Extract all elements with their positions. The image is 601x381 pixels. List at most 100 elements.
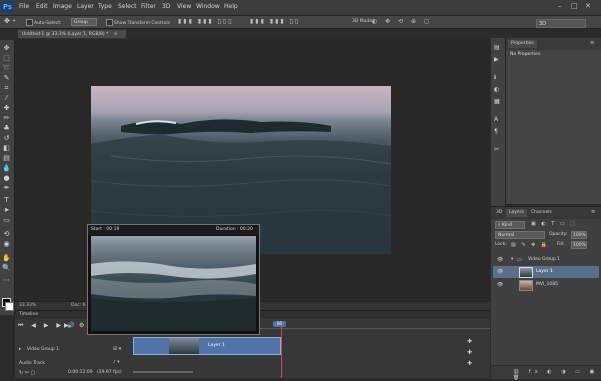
show-transform-option[interactable]: Show Transform Controls [106,19,170,26]
layers-menu-icon[interactable]: ≡ [591,209,595,215]
options-bar: ✥ ▾ Auto-Select: Group Show Transform Co… [0,16,601,29]
visibility-eye-icon[interactable]: 👁 [497,279,503,291]
menu-edit[interactable]: Edit [36,3,48,10]
eraser-tool-icon[interactable]: ◧ [2,144,11,152]
type-tool-icon[interactable]: T [2,196,11,204]
tab-layers[interactable]: Layers [506,209,527,217]
add-audio-icon[interactable]: ✚ [467,360,472,367]
zoom-slider[interactable] [133,371,193,373]
marquee-tool-icon[interactable]: ⬚ [2,54,11,62]
info-panel-icon[interactable]: ℹ [494,74,496,81]
add-media-icon[interactable]: ✚ [467,338,472,345]
zoom-level[interactable]: 33.33% [19,303,36,308]
menu-help[interactable]: Help [224,3,238,10]
layer-action-icons[interactable]: ⛓ fx ◐ ◑ ▭ ▣ 🗑 [513,369,601,381]
healing-brush-tool-icon[interactable]: ✚ [2,104,11,112]
menu-window[interactable]: Window [196,3,220,10]
3d-camera-tool-icon[interactable]: ◉ [2,240,11,248]
pen-tool-icon[interactable]: ✒ [2,184,11,192]
lasso-tool-icon[interactable]: ➰ [2,64,11,72]
show-transform-checkbox[interactable] [106,19,113,26]
timeline-title[interactable]: Timeline [19,312,38,317]
menu-image[interactable]: Image [53,3,72,10]
history-panel-icon[interactable]: ▤ [494,44,500,51]
workspace-dropdown[interactable]: 3D [536,19,586,28]
fill-field[interactable]: 100% [571,241,587,249]
crop-tool-icon[interactable]: ⌗ [2,84,11,92]
close-button[interactable]: ✕ [585,2,591,10]
clone-stamp-tool-icon[interactable]: ♣ [2,124,11,132]
eyedropper-tool-icon[interactable]: ⁄ [2,94,11,102]
minimize-button[interactable]: – [558,2,562,10]
menu-select[interactable]: Select [118,3,137,10]
visibility-eye-icon[interactable]: 👁 [497,266,503,278]
tab-3d[interactable]: 3D [493,209,505,217]
lock-icons[interactable]: ▨ ✎ ✥ 🔒 [511,242,549,248]
menu-view[interactable]: View [177,3,191,10]
settings-gear-icon[interactable]: ⚙ [79,322,84,329]
auto-select-dropdown[interactable]: Group [71,18,97,26]
3d-rotate-tool-icon[interactable]: ⟲ [2,230,11,238]
maximize-button[interactable]: □ [571,2,578,10]
visibility-eye-icon[interactable]: 👁 [497,254,503,266]
close-tab-icon[interactable]: × [114,32,118,37]
properties-tab[interactable]: Properties [508,40,537,48]
layer-row-video-group[interactable]: 👁 ▾ ▭ Video Group 1 [493,254,599,266]
opacity-field[interactable]: 100% [571,231,587,239]
menu-type[interactable]: Type [98,3,112,10]
brush-tool-icon[interactable]: ✏ [2,114,11,122]
menu-filter[interactable]: Filter [141,3,156,10]
timecode-readout: 0:00:12:09 [68,370,93,375]
gradient-tool-icon[interactable]: ▤ [2,154,11,162]
blur-tool-icon[interactable]: 💧 [2,164,11,172]
layer-thumbnail [519,280,533,291]
move-tool-icon[interactable]: ✥ [4,17,10,25]
tool-preset-dropdown[interactable]: ▾ [13,19,15,24]
tool-presets-icon[interactable]: ✂ [494,146,499,153]
align-buttons-icon[interactable]: ▮▮▮ ▮▮▮ ▯▯▯ [178,18,234,25]
move-tool-icon[interactable]: ✥ [2,44,11,52]
panel-menu-icon[interactable]: ≡ [590,40,594,46]
fps-readout: (29.97 fps) [97,370,122,375]
properties-panel: Properties ≡ No Properties [506,38,601,204]
music-note-icon[interactable]: ♪ ▾ [113,360,120,365]
dodge-tool-icon[interactable]: ● [2,174,11,182]
quick-select-tool-icon[interactable]: ✎ [2,74,11,82]
more-tools-icon[interactable]: ⋯ [2,276,11,284]
video-clip[interactable]: Layer 1 [133,337,281,355]
auto-select-checkbox[interactable] [26,19,33,26]
menu-layer[interactable]: Layer [77,3,94,10]
auto-select-option[interactable]: Auto-Select: [26,19,62,26]
hand-tool-icon[interactable]: ✋ [2,254,11,262]
adjustments-panel-icon[interactable]: ◐ [494,86,499,93]
layer-row-layer-1[interactable]: 👁 Layer 1 [493,266,599,278]
styles-panel-icon[interactable]: ▦ [494,98,500,105]
character-panel-icon[interactable]: A [494,116,498,123]
tab-channels[interactable]: Channels [528,209,555,217]
distribute-buttons-icon[interactable]: ▮▮▮ ▮▮▮ ▯▯ [250,18,300,25]
history-brush-tool-icon[interactable]: ↺ [2,134,11,142]
menu-file[interactable]: File [19,3,29,10]
document-tab[interactable]: Untitled-1 @ 33.3% (Layer 1, RGB/8) * × [17,29,127,39]
menu-3d[interactable]: 3D [162,3,170,10]
playhead-marker[interactable]: 00 [273,321,286,327]
playhead-line[interactable] [281,327,282,378]
paragraph-panel-icon[interactable]: ¶ [494,128,498,135]
layer-filter-icons[interactable]: ▣ ◐ T ▭ ⬚ [531,221,577,227]
audio-toggle-icon[interactable]: 🔊 [67,322,74,329]
filter-kind-dropdown[interactable]: ⌕ Kind [495,221,525,229]
expand-arrow-icon[interactable]: ▾ [511,254,513,266]
expand-arrow-icon[interactable]: ▸ [19,347,21,352]
playback-controls-icon[interactable]: ⏮ ◀ ▶ ▶▶ [18,322,72,330]
background-color-swatch[interactable] [5,302,14,311]
render-video-icon[interactable]: ↻ ✂ ▢ [19,370,35,376]
layer-row-mvi-1085[interactable]: 👁 MVI_1085 [493,279,599,291]
path-selection-tool-icon[interactable]: ➤ [2,206,11,214]
3d-mode-icons[interactable]: ◐ ✥ ⟲ ⊕ ◻ [372,18,432,25]
actions-panel-icon[interactable]: ▶ [494,56,499,63]
shape-tool-icon[interactable]: ▭ [2,216,11,224]
zoom-tool-icon[interactable]: 🔍 [2,264,11,272]
add-media-icon-2[interactable]: ✚ [467,349,472,356]
film-strip-icon[interactable]: ⊟ ▾ [113,346,121,352]
blend-mode-dropdown[interactable]: Normal [495,231,545,239]
